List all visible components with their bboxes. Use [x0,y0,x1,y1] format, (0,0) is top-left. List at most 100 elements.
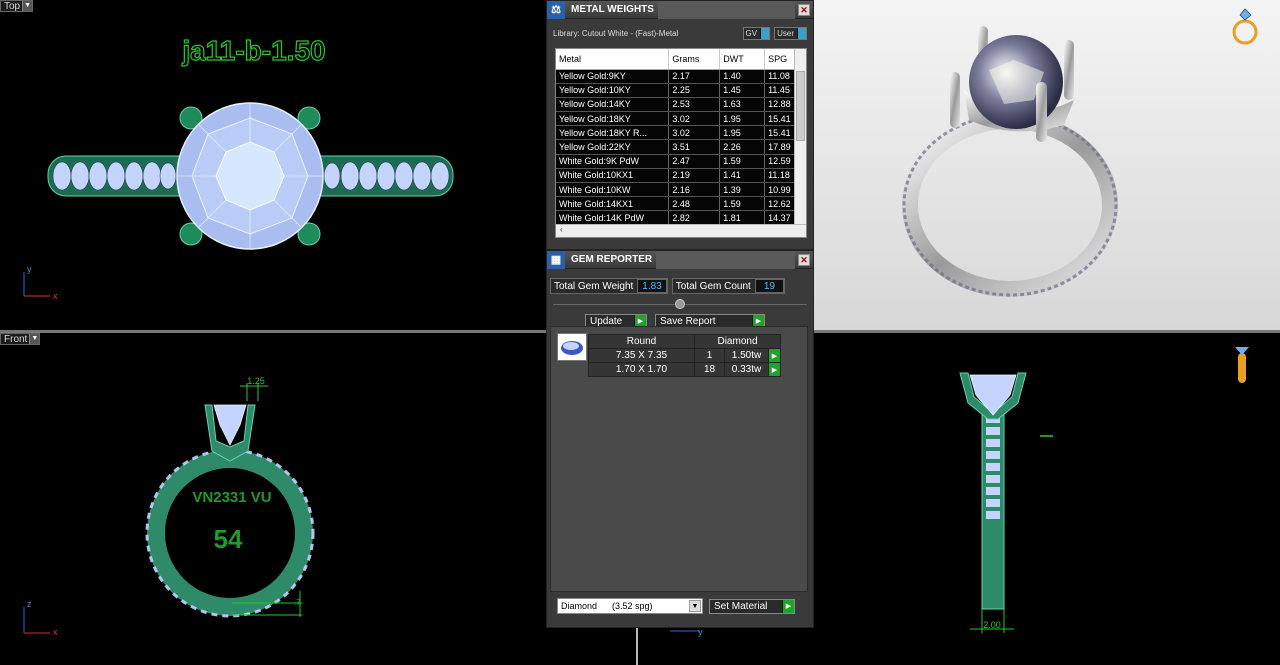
gem-row[interactable]: 1.70 X 1.70 18 0.33tw ▶ [588,362,781,377]
play-icon[interactable]: ▶ [768,348,781,363]
chevron-down-icon[interactable]: ▼ [29,334,40,344]
table-cell: Yellow Gold:22KY [556,139,670,155]
table-row[interactable]: Yellow Gold:10KY 2.25 1.45 11.45 [556,83,806,98]
table-cell: White Gold:10KW [556,182,670,198]
viewport-front[interactable]: Front ▼ 1.25 .7 VN2331 VU 54 z x [0,333,636,665]
library-label: Library: Cutout White - (Fast)-Metal [553,28,679,38]
splitter[interactable] [547,297,813,311]
table-cell: 3.02 [668,125,721,141]
metal-table[interactable]: Metal Grams DWT SPG Yellow Gold:9KY 2.17 1… [555,48,807,238]
ring-side-icon[interactable] [1235,347,1249,383]
table-cell: 2.82 [668,210,721,226]
table-row[interactable]: Yellow Gold:22KY 3.51 2.26 17.89 [556,139,806,155]
column-header[interactable]: DWT [719,49,766,70]
play-icon: ▶ [782,599,794,613]
table-row[interactable]: Yellow Gold:14KY 2.53 1.63 12.88 [556,97,806,113]
table-cell: 1.81 [719,210,766,226]
table-cell: 1.59 [719,154,766,169]
gem-reporter-panel: ▦ GEM REPORTER ✕ Total Gem Weight 1.83 T… [546,250,814,628]
table-row[interactable]: Yellow Gold:9KY 2.17 1.40 11.08 [556,69,806,84]
play-icon[interactable]: ▶ [768,362,781,377]
table-row[interactable]: White Gold:14K PdW 2.82 1.81 14.37 [556,210,806,226]
table-cell: 1.41 [719,168,766,184]
ring-icon[interactable] [1232,8,1258,45]
table-cell: 1.59 [719,196,766,212]
vertical-scrollbar[interactable] [794,49,806,225]
viewport-divider[interactable] [814,330,1280,333]
viewport-label-front[interactable]: Front ▼ [0,333,41,345]
axis-x-label: x [53,291,58,301]
table-cell: 2.26 [719,139,766,155]
dimension-side: .7 [294,598,301,607]
column-header[interactable]: Metal [556,49,670,70]
gv-toggle[interactable]: GV [742,26,771,40]
table-cell: 1.40 [719,69,766,84]
table-cell: 1.45 [719,83,766,98]
table-cell: 2.53 [668,97,721,113]
model-title: ja11-b-1.50 [181,35,325,66]
table-cell: White Gold:9K PdW [556,154,670,169]
table-cell: 1.95 [719,125,766,141]
gem-row[interactable]: 7.35 X 7.35 1 1.50tw ▶ [588,348,781,363]
total-gem-weight: Total Gem Weight 1.83 [550,278,668,294]
engraving-text: VN2331 VU [192,489,271,506]
front-view-drawing: 1.25 .7 VN2331 VU 54 z x [23,376,315,637]
axis-z-label: z [27,599,32,609]
gem-list[interactable]: Round Diamond 7.35 X 7.35 1 1.50tw ▶ 1.7… [550,326,808,592]
table-cell: Yellow Gold:9KY [556,69,670,84]
table-cell: 1.39 [719,182,766,198]
viewport-top[interactable]: Top ▼ ja11-b-1.50 y x [0,0,546,330]
table-cell: 3.51 [668,139,721,155]
table-cell: 2.25 [668,83,721,98]
table-row[interactable]: Yellow Gold:18KY 3.02 1.95 15.41 [556,111,806,127]
total-gem-count: Total Gem Count 19 [671,278,785,294]
table-cell: 3.02 [668,111,721,127]
axis-y-label: y [698,627,703,637]
metal-weights-panel: ⚖ METAL WEIGHTS ✕ Library: Cutout White … [546,0,814,250]
chevron-down-icon: ▼ [689,600,701,612]
dimension-top: 1.25 [247,376,265,386]
panel-title: METAL WEIGHTS [571,4,654,15]
viewport-label-top[interactable]: Top ▼ [0,0,34,12]
close-icon[interactable]: ✕ [798,3,810,16]
table-row[interactable]: Yellow Gold:18KY R... 3.02 1.95 15.41 [556,125,806,141]
column-header[interactable]: Grams [668,49,721,70]
gem-thumbnail[interactable] [557,333,587,361]
table-cell: Yellow Gold:10KY [556,83,670,98]
top-view-drawing: ja11-b-1.50 y x [23,34,454,301]
table-cell: Yellow Gold:18KY [556,111,670,127]
table-cell: 2.48 [668,196,721,212]
close-icon[interactable]: ✕ [798,253,810,266]
viewport-divider[interactable] [0,330,546,333]
axis-y-label: y [27,264,32,274]
gem-reporter-titlebar[interactable]: ▦ GEM REPORTER ✕ [547,250,813,269]
table-cell: Yellow Gold:18KY R... [556,125,670,141]
table-cell: 1.95 [719,111,766,127]
table-cell: White Gold:14K PdW [556,210,670,226]
report-icon: ▦ [547,250,565,269]
metal-weights-titlebar[interactable]: ⚖ METAL WEIGHTS ✕ [547,0,813,19]
table-row[interactable]: White Gold:14KX1 2.48 1.59 12.62 [556,196,806,212]
table-cell: 2.16 [668,182,721,198]
dimension-bottom: 2.00 [983,620,1001,630]
set-material-button[interactable]: Set Material ▶ [709,598,795,614]
table-cell: 2.47 [668,154,721,169]
axis-x-label: x [53,627,58,637]
table-cell: 1.63 [719,97,766,113]
gem-shape: Round [588,334,695,349]
table-row[interactable]: White Gold:9K PdW 2.47 1.59 12.59 [556,154,806,169]
table-cell: 2.17 [668,69,721,84]
table-row[interactable]: White Gold:10KW 2.16 1.39 10.99 [556,182,806,198]
material-select[interactable]: Diamond (3.52 spg) ▼ [557,598,703,614]
table-cell: Yellow Gold:14KY [556,97,670,113]
viewport-divider[interactable] [636,626,638,665]
ring-size-text: 54 [214,524,243,554]
chevron-down-icon[interactable]: ▼ [22,1,33,11]
viewport-perspective[interactable] [814,0,1280,330]
user-toggle[interactable]: User [774,26,807,40]
table-row[interactable]: White Gold:10KX1 2.19 1.41 11.18 [556,168,806,184]
table-cell: White Gold:14KX1 [556,196,670,212]
center-stone-profile [213,404,247,446]
horizontal-scrollbar[interactable]: ‹ [556,224,806,237]
gem-material: Diamond [694,334,781,349]
